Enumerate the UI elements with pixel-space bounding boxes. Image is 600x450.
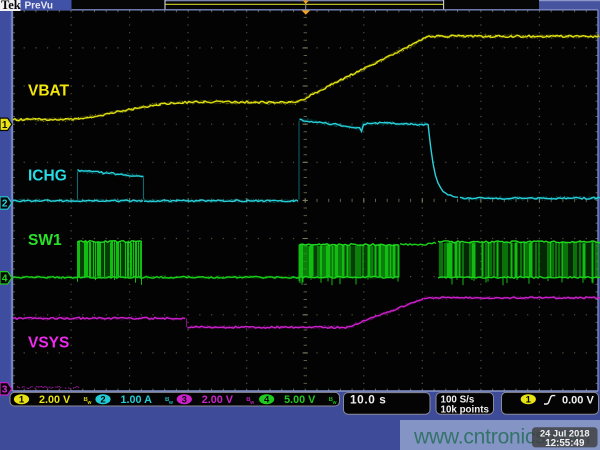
svg-text:VSYS: VSYS bbox=[28, 335, 69, 352]
svg-text:SW1: SW1 bbox=[28, 232, 62, 249]
svg-text:10.0 s: 10.0 s bbox=[350, 393, 386, 407]
svg-text:10k points: 10k points bbox=[441, 404, 490, 415]
svg-text:1: 1 bbox=[526, 395, 532, 406]
svg-text:w: w bbox=[87, 400, 92, 406]
svg-text:w: w bbox=[332, 400, 337, 406]
svg-text:w: w bbox=[249, 400, 254, 406]
svg-text:Tek: Tek bbox=[1, 0, 21, 12]
svg-text:0.00 V: 0.00 V bbox=[562, 394, 594, 406]
svg-text:2.00 V: 2.00 V bbox=[39, 394, 71, 406]
svg-text:2: 2 bbox=[100, 395, 105, 406]
svg-text:VBAT: VBAT bbox=[28, 83, 70, 100]
svg-text:12:55:49: 12:55:49 bbox=[545, 438, 585, 449]
svg-text:24 Jul 2018: 24 Jul 2018 bbox=[540, 429, 590, 439]
svg-text:5.00 V: 5.00 V bbox=[284, 394, 316, 406]
svg-text:4: 4 bbox=[264, 395, 270, 406]
svg-text:1.00 A: 1.00 A bbox=[121, 394, 153, 406]
svg-text:1: 1 bbox=[19, 395, 25, 406]
svg-text:w: w bbox=[168, 400, 173, 406]
svg-text:ICHG: ICHG bbox=[28, 168, 67, 185]
svg-text:3: 3 bbox=[182, 395, 187, 406]
svg-text:PreVu: PreVu bbox=[25, 1, 54, 12]
svg-text:3: 3 bbox=[2, 384, 8, 395]
svg-text:4: 4 bbox=[2, 273, 8, 284]
svg-text:1: 1 bbox=[2, 120, 8, 131]
svg-text:2.00 V: 2.00 V bbox=[202, 394, 234, 406]
svg-text:2: 2 bbox=[2, 199, 8, 210]
